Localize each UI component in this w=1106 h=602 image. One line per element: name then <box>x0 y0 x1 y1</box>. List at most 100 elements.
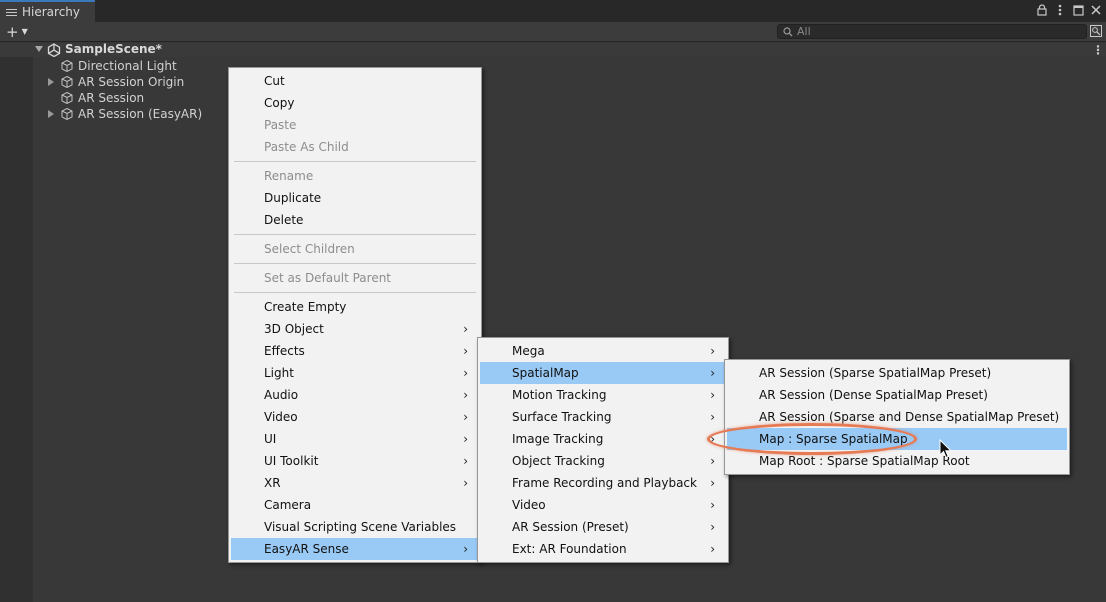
submenu-arrow-icon: › <box>463 454 468 468</box>
menu-item-ui-toolkit[interactable]: UI Toolkit › <box>231 450 479 472</box>
more-icon[interactable] <box>1054 3 1066 17</box>
gameobject-cube-icon <box>60 75 74 89</box>
menu-separator <box>234 234 476 235</box>
menu-item-label: Frame Recording and Playback <box>512 476 697 490</box>
menu-item-light[interactable]: Light › <box>231 362 479 384</box>
menu-item-create-empty[interactable]: Create Empty <box>231 296 479 318</box>
submenu-arrow-icon: › <box>710 498 715 512</box>
search-input[interactable] <box>797 25 1067 38</box>
hierarchy-gutter <box>0 43 33 602</box>
submenu-item-session-sparse[interactable]: AR Session (Sparse SpatialMap Preset) <box>727 362 1067 384</box>
scene-more-icon[interactable]: ⋮ <box>1092 43 1104 57</box>
hierarchy-item[interactable]: AR Session Origin <box>48 74 184 90</box>
menu-item-label: Create Empty <box>264 300 347 314</box>
submenu-item-frame-recording[interactable]: Frame Recording and Playback › <box>480 472 726 494</box>
menu-item-select-children: Select Children <box>264 242 355 256</box>
submenu-arrow-icon: › <box>710 476 715 490</box>
menu-separator <box>234 263 476 264</box>
scene-picker-icon[interactable] <box>1090 25 1102 37</box>
lock-icon[interactable] <box>1036 3 1048 17</box>
menu-item-label: XR <box>264 476 281 490</box>
hierarchy-item-label: AR Session Origin <box>78 75 185 89</box>
submenu-arrow-icon: › <box>463 388 468 402</box>
menu-item-effects[interactable]: Effects › <box>231 340 479 362</box>
menu-item-label: AR Session (Preset) <box>512 520 629 534</box>
menu-item-label: Audio <box>264 388 299 402</box>
submenu-item-ar-session-preset[interactable]: AR Session (Preset) › <box>480 516 726 538</box>
submenu-item-session-dense[interactable]: AR Session (Dense SpatialMap Preset) <box>727 384 1067 406</box>
maximize-icon[interactable] <box>1072 3 1084 17</box>
menu-item-3d-object[interactable]: 3D Object › <box>231 318 479 340</box>
submenu-arrow-icon: › <box>463 366 468 380</box>
submenu-arrow-icon: › <box>463 410 468 424</box>
menu-separator <box>234 161 476 162</box>
menu-item-label: UI <box>264 432 277 446</box>
hierarchy-item[interactable]: AR Session (EasyAR) <box>48 106 202 122</box>
gameobject-cube-icon <box>60 59 74 73</box>
submenu-item-video[interactable]: Video › <box>480 494 726 516</box>
submenu-item-object-tracking[interactable]: Object Tracking › <box>480 450 726 472</box>
annotation-highlight-ring <box>707 423 917 455</box>
submenu-arrow-icon: › <box>710 388 715 402</box>
menu-item-video[interactable]: Video › <box>231 406 479 428</box>
hierarchy-item-label: Directional Light <box>78 59 177 73</box>
fold-arrow-icon[interactable] <box>35 46 43 52</box>
submenu-arrow-icon: › <box>463 344 468 358</box>
submenu-item-spatialmap[interactable]: SpatialMap › <box>480 362 726 384</box>
plus-icon: + <box>6 22 19 41</box>
submenu-item-image-tracking[interactable]: Image Tracking › <box>480 428 726 450</box>
submenu-item-mega[interactable]: Mega › <box>480 340 726 362</box>
tab-hierarchy[interactable]: Hierarchy <box>0 0 95 22</box>
submenu-item-ext-ar-foundation[interactable]: Ext: AR Foundation › <box>480 538 726 560</box>
submenu-arrow-icon: › <box>710 410 715 424</box>
hierarchy-item[interactable]: Directional Light <box>48 58 177 74</box>
menu-item-label: Object Tracking <box>512 454 605 468</box>
menu-item-delete[interactable]: Delete <box>231 209 479 231</box>
menu-item-paste-as-child: Paste As Child <box>264 140 349 154</box>
search-field[interactable] <box>777 24 1087 39</box>
submenu-item-motion-tracking[interactable]: Motion Tracking › <box>480 384 726 406</box>
submenu-arrow-icon: › <box>710 366 715 380</box>
menu-item-easyar-sense[interactable]: EasyAR Sense › <box>231 538 479 560</box>
gameobject-cube-icon <box>60 91 74 105</box>
spatialmap-submenu: AR Session (Sparse SpatialMap Preset) AR… <box>724 359 1070 475</box>
easyar-submenu: Mega › SpatialMap › Motion Tracking › Surfa… <box>477 337 729 563</box>
menu-item-camera[interactable]: Camera <box>231 494 479 516</box>
menu-item-duplicate[interactable]: Duplicate <box>231 187 479 209</box>
menu-item-label: SpatialMap <box>512 366 579 380</box>
hierarchy-item[interactable]: AR Session <box>48 90 144 106</box>
tab-title: Hierarchy <box>22 5 81 19</box>
submenu-arrow-icon: › <box>710 542 715 556</box>
hierarchy-item-label: AR Session (EasyAR) <box>78 107 203 121</box>
menu-item-label: UI Toolkit <box>264 454 319 468</box>
expand-arrow-icon[interactable] <box>48 74 58 90</box>
scene-row[interactable]: SampleScene* ⋮ <box>0 42 1106 58</box>
window-controls <box>1036 3 1102 17</box>
expand-arrow-icon[interactable] <box>48 106 58 122</box>
menu-item-label: Light <box>264 366 294 380</box>
list-icon <box>6 7 17 18</box>
add-button[interactable]: + ▼ <box>6 22 28 41</box>
submenu-arrow-icon: › <box>463 432 468 446</box>
menu-item-audio[interactable]: Audio › <box>231 384 479 406</box>
menu-item-xr[interactable]: XR › <box>231 472 479 494</box>
mouse-cursor-icon <box>939 438 953 459</box>
caret-down-icon: ▼ <box>21 27 28 36</box>
menu-item-label: Mega <box>512 344 545 358</box>
menu-item-cut[interactable]: Cut <box>231 70 479 92</box>
window-tab-bar: Hierarchy <box>0 0 1106 22</box>
submenu-arrow-icon: › <box>463 542 468 556</box>
submenu-item-surface-tracking[interactable]: Surface Tracking › <box>480 406 726 428</box>
hierarchy-item-label: AR Session <box>78 91 145 105</box>
submenu-arrow-icon: › <box>710 520 715 534</box>
close-icon[interactable] <box>1090 3 1102 17</box>
menu-item-ui[interactable]: UI › <box>231 428 479 450</box>
menu-item-label: Image Tracking <box>512 432 604 446</box>
menu-item-label: Motion Tracking <box>512 388 607 402</box>
submenu-arrow-icon: › <box>710 454 715 468</box>
menu-item-label: EasyAR Sense <box>264 542 349 556</box>
menu-item-copy[interactable]: Copy <box>231 92 479 114</box>
menu-item-visual-scripting[interactable]: Visual Scripting Scene Variables <box>231 516 479 538</box>
